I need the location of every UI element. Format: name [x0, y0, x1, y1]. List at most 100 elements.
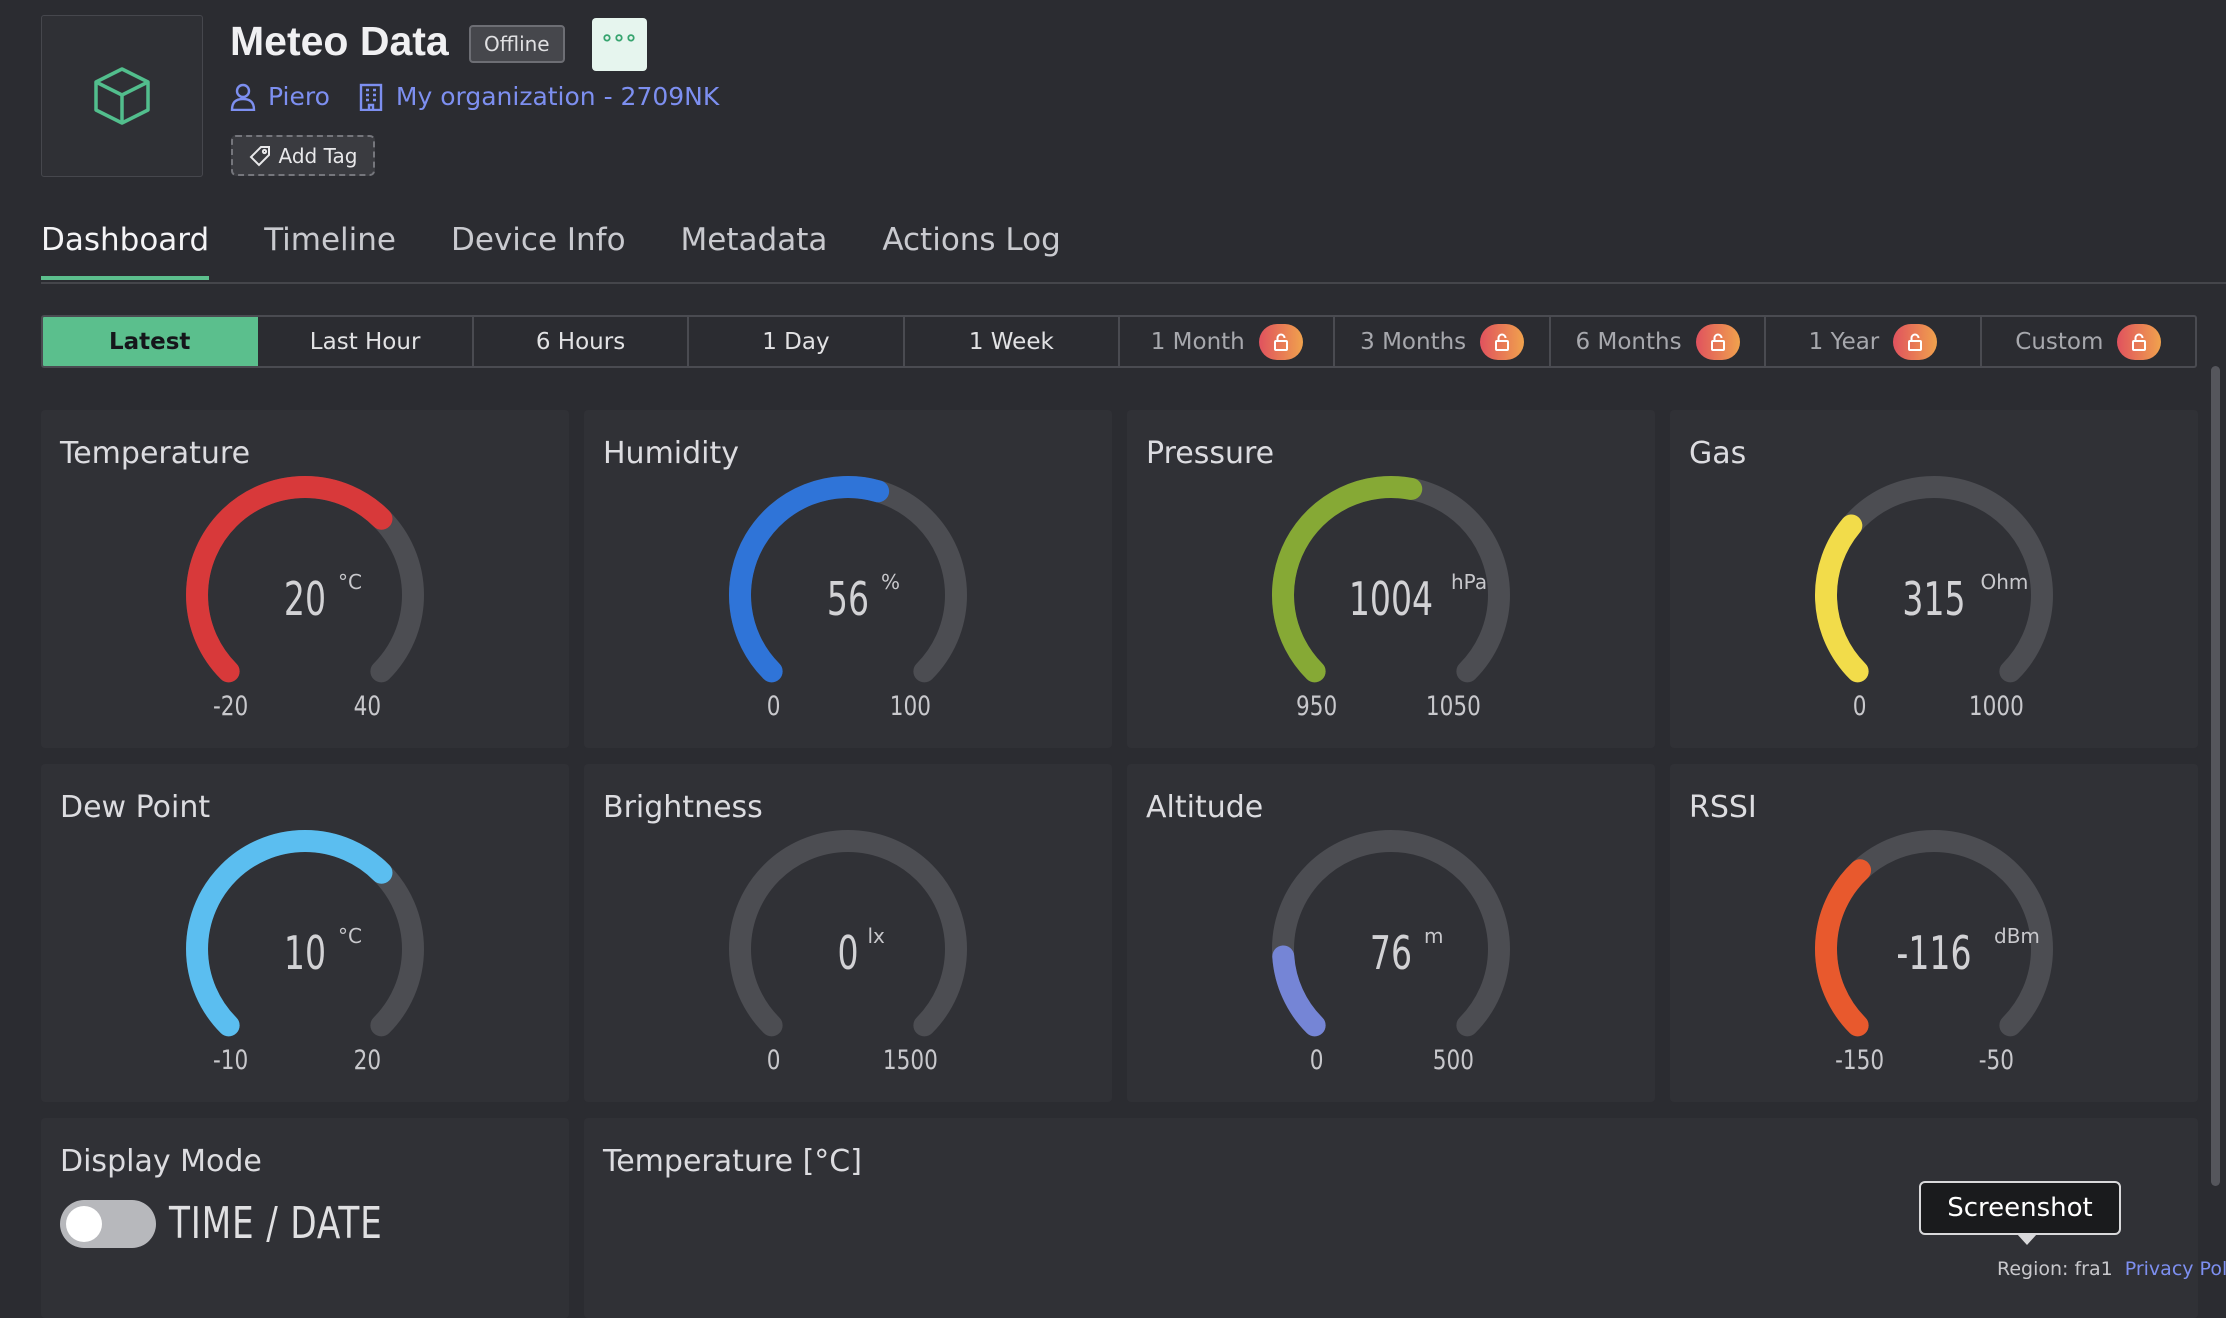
gauge-svg: 1004 hPa 950 1050	[1271, 476, 1510, 722]
gauge-unit: dBm	[1994, 924, 2040, 948]
range-label: 1 Year	[1808, 328, 1880, 355]
tab-bar: Dashboard Timeline Device Info Metadata …	[41, 222, 1116, 280]
gauge-value: 76	[1370, 928, 1412, 981]
owner-name: Piero	[268, 82, 330, 111]
gauge-unit: °C	[338, 570, 362, 594]
gauge-min-label: 950	[1296, 690, 1337, 722]
lock-icon	[1893, 323, 1938, 360]
tag-icon	[249, 145, 270, 166]
display-mode-value: TIME / DATE	[169, 1198, 383, 1249]
gauge-value: 1004	[1349, 574, 1433, 627]
gauge-unit: hPa	[1451, 570, 1487, 594]
tab-metadata[interactable]: Metadata	[681, 222, 828, 280]
display-mode-toggle[interactable]	[60, 1200, 156, 1248]
range-label: Last Hour	[309, 328, 421, 355]
gauge-max-label: 40	[354, 690, 381, 722]
toggle-knob	[66, 1206, 102, 1242]
widget-title: Display Mode	[60, 1144, 262, 1179]
range-6-hours[interactable]: 6 Hours	[474, 317, 690, 366]
gauge-unit: m	[1424, 924, 1443, 948]
gauge-max-label: 20	[354, 1044, 381, 1076]
status-badge: Offline	[469, 25, 565, 63]
add-tag-button[interactable]: Add Tag	[231, 135, 375, 176]
widget-title: Temperature [°C]	[603, 1144, 862, 1179]
lock-icon	[1480, 323, 1525, 360]
range-1-year[interactable]: 1 Year	[1766, 317, 1982, 366]
gauge-value: -116	[1896, 928, 1971, 981]
organization-link[interactable]: My organization - 2709NK	[358, 82, 719, 111]
gauge-max-label: -50	[1979, 1044, 2014, 1076]
range-6-months[interactable]: 6 Months	[1551, 317, 1767, 366]
gauge-svg: 76 m 0 500	[1272, 830, 1510, 1076]
gauge-card: Humidity 56% 0 100	[584, 410, 1112, 748]
time-range-selector: Latest Last Hour 6 Hours 1 Day 1 Week 1 …	[41, 315, 2197, 368]
gauge-unit: %	[881, 570, 900, 594]
gauge-card: Temperature 20 °C -20 40	[41, 410, 569, 748]
gauge-max-label: 100	[890, 690, 931, 722]
vertical-scrollbar[interactable]	[2211, 366, 2220, 1186]
device-avatar	[41, 15, 203, 177]
gauge-unit: °C	[338, 924, 362, 948]
range-label: 6 Months	[1575, 328, 1682, 355]
gauge-value: 20	[284, 574, 326, 627]
gauge-min-label: 0	[767, 1044, 781, 1076]
tab-timeline[interactable]: Timeline	[264, 222, 396, 280]
range-latest[interactable]: Latest	[43, 317, 259, 366]
gauge-min-label: -20	[213, 690, 248, 722]
privacy-link[interactable]: Privacy Pol	[2125, 1258, 2226, 1280]
gauge-max-label: 1000	[1969, 690, 2024, 722]
gauge-card: RSSI -116 dBm -150 -50	[1670, 764, 2198, 1102]
cube-icon	[94, 67, 150, 125]
display-mode-card: Display Mode TIME / DATE	[41, 1118, 569, 1318]
page-title: Meteo Data	[230, 18, 449, 64]
gauge-svg: 20 °C -20 40	[186, 476, 424, 722]
gauge-max-label: 1500	[883, 1044, 938, 1076]
gauge-value: 315	[1902, 574, 1965, 627]
range-1-month[interactable]: 1 Month	[1120, 317, 1336, 366]
range-last-hour[interactable]: Last Hour	[258, 317, 474, 366]
add-tag-label: Add Tag	[278, 143, 358, 168]
device-meta: Piero My organization - 2709NK	[230, 82, 719, 111]
gauge-card: Gas 315 Ohm 0 1000	[1670, 410, 2198, 748]
lock-icon	[2117, 323, 2162, 360]
gauge-unit: Ohm	[1981, 570, 2029, 594]
range-label: Custom	[2015, 328, 2104, 355]
ellipsis-icon: °°°	[601, 32, 638, 57]
lock-icon	[1258, 323, 1303, 360]
tab-actions-log[interactable]: Actions Log	[882, 222, 1060, 280]
gauge-card: Brightness 0 lx 0 1500	[584, 764, 1112, 1102]
gauge-min-label: -150	[1835, 1044, 1884, 1076]
tab-dashboard[interactable]: Dashboard	[41, 222, 210, 280]
gauge-card: Altitude 76 m 0 500	[1127, 764, 1655, 1102]
gauge-value: 0	[837, 928, 858, 981]
gauge-value: 10	[284, 928, 326, 981]
gauge-max-label: 500	[1433, 1044, 1474, 1076]
gauge-svg: 10 °C -10 20	[186, 830, 424, 1076]
range-1-day[interactable]: 1 Day	[689, 317, 905, 366]
gauge-svg: -116 dBm -150 -50	[1815, 830, 2053, 1076]
gauge-card: Dew Point 10 °C -10 20	[41, 764, 569, 1102]
gauge-card: Pressure 1004 hPa 950 1050	[1127, 410, 1655, 748]
tab-device-info[interactable]: Device Info	[451, 222, 626, 280]
gauge-svg: 0 lx 0 1500	[729, 830, 967, 1076]
lock-icon	[1695, 323, 1740, 360]
gauge-fill	[1815, 859, 1872, 1037]
more-options-button[interactable]: °°°	[592, 18, 647, 71]
range-1-week[interactable]: 1 Week	[905, 317, 1121, 366]
gauge-svg: 315 Ohm 0 1000	[1815, 476, 2053, 722]
gauge-min-label: -10	[213, 1044, 248, 1076]
gauge-min-label: 0	[1310, 1044, 1324, 1076]
screenshot-tooltip: Screenshot	[1919, 1181, 2121, 1235]
range-custom[interactable]: Custom	[1982, 317, 2195, 366]
range-3-months[interactable]: 3 Months	[1335, 317, 1551, 366]
footer: Region: fra1 Privacy Pol	[1997, 1258, 2226, 1280]
region-label: Region: fra1	[1997, 1258, 2113, 1280]
range-label: 1 Month	[1150, 328, 1245, 355]
gauge-max-label: 1050	[1426, 690, 1481, 722]
range-label: 6 Hours	[535, 328, 626, 355]
tabs-divider	[41, 282, 2226, 284]
owner-link[interactable]: Piero	[230, 82, 330, 111]
organization-name: My organization - 2709NK	[395, 82, 720, 111]
range-label: 1 Week	[968, 328, 1054, 355]
range-label: 1 Day	[762, 328, 830, 355]
